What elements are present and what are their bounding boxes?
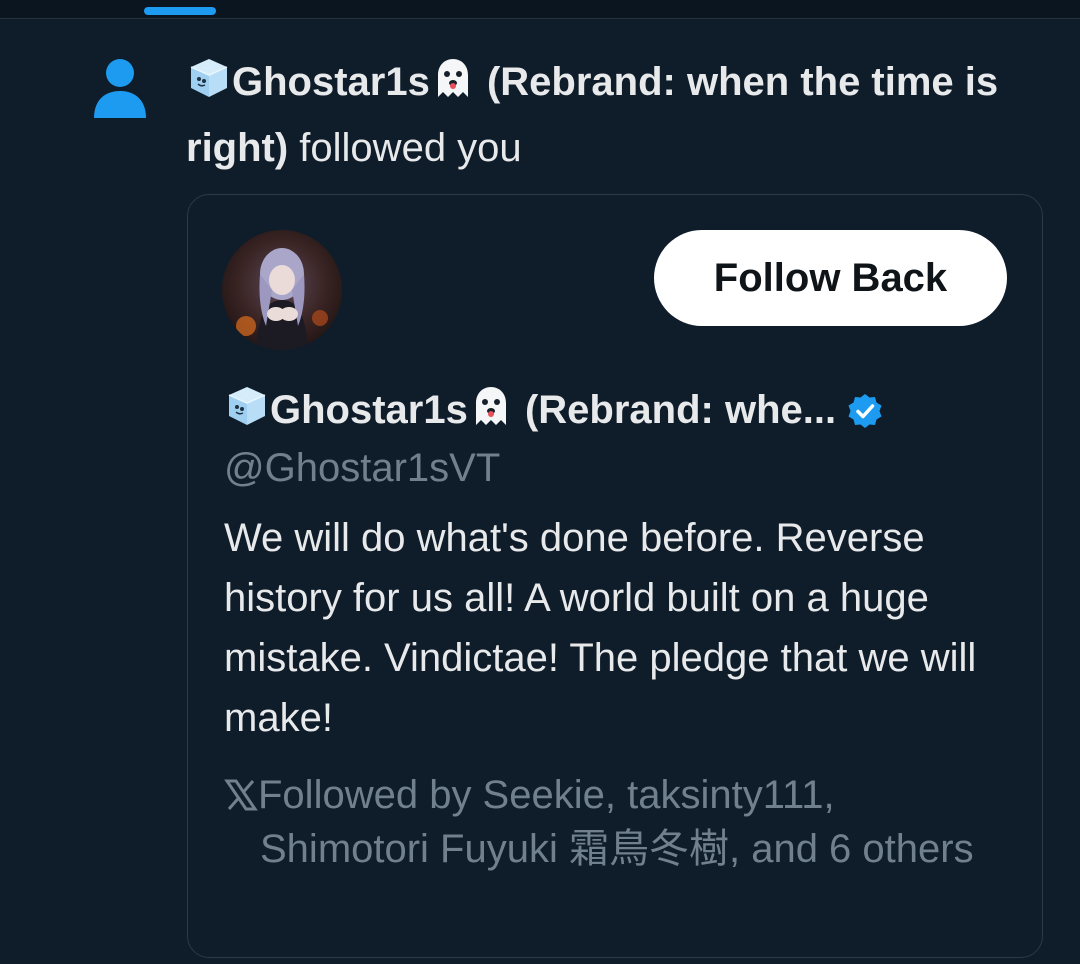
avatar[interactable] [222, 230, 342, 350]
top-bar [0, 0, 1080, 19]
card-display-name-suffix: (Rebrand: whe... [513, 388, 837, 432]
follow-back-button[interactable]: Follow Back [654, 230, 1007, 326]
active-tab-indicator [144, 7, 216, 15]
notification-text: Ghostar1s (Rebrand: when the time is rig… [186, 52, 1036, 178]
card-handle[interactable]: @Ghostar1sVT [224, 438, 500, 498]
card-bio: We will do what's done before. Reverse h… [224, 516, 977, 740]
followed-by-text: Followed by Seekie, taksinty111, Shimoto… [224, 768, 1000, 876]
person-icon [92, 58, 148, 120]
ghost-emoji-icon [468, 383, 514, 446]
ice-cube-emoji-icon [186, 55, 232, 118]
card-display-name[interactable]: Ghostar1s (Rebrand: whe... [224, 380, 884, 447]
notification-user-name[interactable]: Ghostar1s [232, 60, 430, 104]
followed-by-label: Followed by Seekie, taksinty111, Shimoto… [258, 773, 974, 871]
ice-cube-emoji-icon [224, 383, 270, 446]
notification-action-text: followed you [288, 126, 522, 170]
ghost-emoji-icon [430, 55, 476, 118]
verified-badge-icon [846, 387, 884, 447]
x-logo-icon [224, 772, 258, 811]
card-display-name-text: Ghostar1s [270, 388, 468, 432]
